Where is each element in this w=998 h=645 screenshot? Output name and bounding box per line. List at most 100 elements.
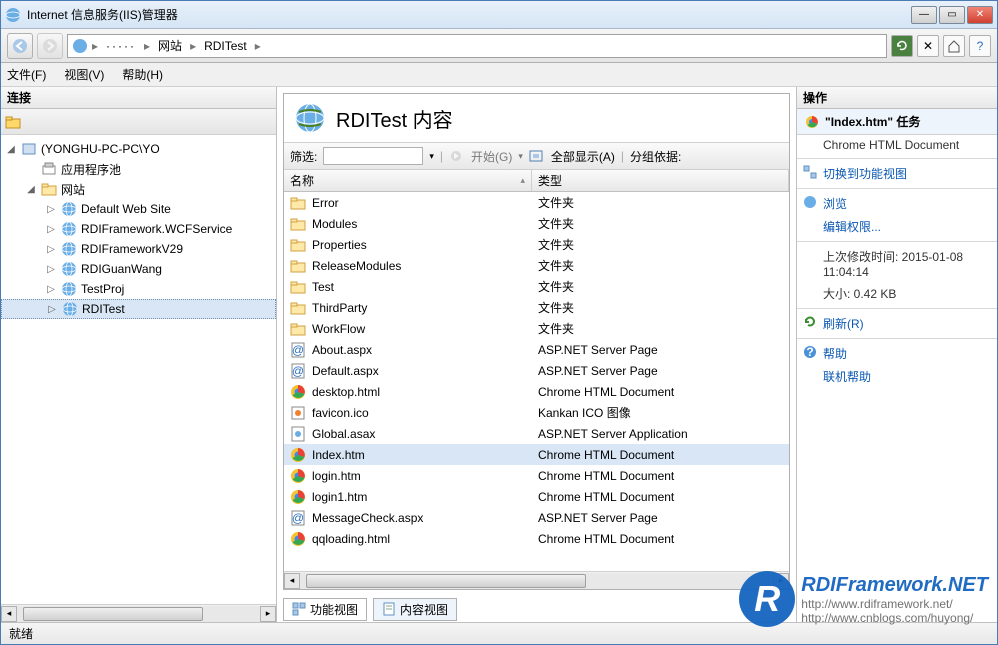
file-type: 文件夹 bbox=[532, 299, 789, 316]
tree-site-item[interactable]: ▷RDIGuanWang bbox=[1, 259, 276, 279]
features-icon bbox=[292, 602, 306, 616]
list-item[interactable]: Test文件夹 bbox=[284, 276, 789, 297]
scroll-left-button[interactable]: ◂ bbox=[284, 573, 300, 589]
chrome-icon bbox=[805, 115, 819, 129]
task-header: "Index.htm" 任务 bbox=[797, 109, 997, 135]
list-item[interactable]: login1.htmChrome HTML Document bbox=[284, 486, 789, 507]
sidebar-hscroll[interactable]: ◂ ▸ bbox=[1, 604, 276, 622]
stop-addr-button[interactable]: ✕ bbox=[917, 35, 939, 57]
connections-tree[interactable]: ◢(YONGHU-PC-PC\YO应用程序池◢网站▷Default Web Si… bbox=[1, 135, 276, 604]
page-title: RDITest 内容 bbox=[336, 104, 453, 133]
scroll-track[interactable] bbox=[17, 606, 260, 622]
sort-asc-icon: ▴ bbox=[520, 175, 525, 186]
list-item[interactable]: Index.htmChrome HTML Document bbox=[284, 444, 789, 465]
col-type[interactable]: 类型 bbox=[532, 170, 789, 191]
content-listview: 名称 ▴ 类型 Error文件夹Modules文件夹 Properties 文件夹 R… bbox=[284, 170, 789, 589]
list-item[interactable]: Error文件夹 bbox=[284, 192, 789, 213]
list-item[interactable]: @MessageCheck.aspxASP.NET Server Page bbox=[284, 507, 789, 528]
home-button[interactable] bbox=[943, 35, 965, 57]
folder-icon[interactable] bbox=[5, 114, 21, 130]
main-title-row: RDITest 内容 bbox=[284, 94, 789, 142]
filter-label: 筛选: bbox=[290, 148, 317, 165]
close-button[interactable]: ✕ bbox=[967, 6, 993, 24]
start-label[interactable]: 开始(G) bbox=[471, 148, 512, 165]
svg-text:@: @ bbox=[292, 511, 304, 525]
dropdown-icon[interactable]: ▾ bbox=[429, 151, 434, 162]
tree-site-item[interactable]: ▷RDIFrameworkV29 bbox=[1, 239, 276, 259]
back-button[interactable] bbox=[7, 33, 33, 59]
maximize-button[interactable]: ▭ bbox=[939, 6, 965, 24]
help-button[interactable]: ? bbox=[969, 35, 991, 57]
scroll-right-button[interactable]: ▸ bbox=[260, 606, 276, 622]
list-item[interactable]: login.htmChrome HTML Document bbox=[284, 465, 789, 486]
menu-file[interactable]: 文件(F) bbox=[7, 66, 46, 83]
filter-input[interactable] bbox=[323, 147, 423, 165]
list-item[interactable]: Modules文件夹 bbox=[284, 213, 789, 234]
list-item[interactable]: WorkFlow文件夹 bbox=[284, 318, 789, 339]
folder-icon bbox=[290, 300, 306, 316]
scroll-left-button[interactable]: ◂ bbox=[1, 606, 17, 622]
list-item[interactable]: Global.asaxASP.NET Server Application bbox=[284, 423, 789, 444]
tree-site-item[interactable]: ▷RDIFramework.WCFService bbox=[1, 219, 276, 239]
tree-sites[interactable]: ◢网站 bbox=[1, 179, 276, 199]
scroll-track[interactable] bbox=[300, 573, 773, 589]
showall-icon[interactable] bbox=[529, 149, 545, 163]
scroll-thumb[interactable] bbox=[306, 574, 586, 588]
globe-icon bbox=[61, 201, 77, 217]
showall-label[interactable]: 全部显示(A) bbox=[551, 148, 615, 165]
tab-content[interactable]: 内容视图 bbox=[373, 598, 457, 621]
tree-site-item[interactable]: ▷RDITest bbox=[1, 299, 276, 319]
go-icon[interactable] bbox=[449, 149, 465, 163]
list-item[interactable]: desktop.htmlChrome HTML Document bbox=[284, 381, 789, 402]
list-item[interactable]: @Default.aspxASP.NET Server Page bbox=[284, 360, 789, 381]
filter-toolbar: 筛选: ▾ | 开始(G) ▾ 全部显示(A) | 分组依据: bbox=[284, 142, 789, 170]
list-item[interactable]: qqloading.htmlChrome HTML Document bbox=[284, 528, 789, 549]
action-switch-view[interactable]: 切换到功能视图 bbox=[797, 162, 997, 185]
file-name: Test bbox=[312, 280, 334, 294]
bc-host[interactable]: ····· bbox=[102, 39, 140, 53]
chevron-right-icon[interactable]: ▸ bbox=[188, 39, 198, 53]
list-item[interactable]: favicon.icoKankan ICO 图像 bbox=[284, 402, 789, 423]
tree-root[interactable]: ◢(YONGHU-PC-PC\YO bbox=[1, 139, 276, 159]
menu-view[interactable]: 视图(V) bbox=[64, 66, 104, 83]
action-browse[interactable]: 浏览 bbox=[797, 192, 997, 215]
list-body[interactable]: Error文件夹Modules文件夹 Properties 文件夹 ReleaseMo… bbox=[284, 192, 789, 571]
scroll-right-button[interactable]: ▸ bbox=[773, 573, 789, 589]
tree-site-item[interactable]: ▷TestProj bbox=[1, 279, 276, 299]
connections-panel: 连接 ◢(YONGHU-PC-PC\YO应用程序池◢网站▷Default Web… bbox=[1, 87, 277, 622]
list-hscroll[interactable]: ◂ ▸ bbox=[284, 571, 789, 589]
bc-current[interactable]: RDITest bbox=[200, 39, 251, 53]
refresh-addr-button[interactable] bbox=[891, 35, 913, 57]
file-type: ASP.NET Server Page bbox=[532, 343, 789, 357]
chevron-right-icon[interactable]: ▸ bbox=[142, 39, 152, 53]
chevron-right-icon[interactable]: ▸ bbox=[90, 39, 100, 53]
list-item[interactable]: Properties 文件夹 bbox=[284, 234, 789, 255]
bc-sites[interactable]: 网站 bbox=[154, 37, 186, 54]
action-edit-permissions[interactable]: 编辑权限... bbox=[797, 215, 997, 238]
scroll-thumb[interactable] bbox=[23, 607, 203, 621]
tab-features[interactable]: 功能视图 bbox=[283, 598, 367, 621]
status-text: 就绪 bbox=[9, 625, 33, 642]
list-item[interactable]: @About.aspxASP.NET Server Page bbox=[284, 339, 789, 360]
aspx-icon: @ bbox=[290, 363, 306, 379]
menu-help[interactable]: 帮助(H) bbox=[122, 66, 163, 83]
tree-site-item[interactable]: ▷Default Web Site bbox=[1, 199, 276, 219]
file-type: ASP.NET Server Page bbox=[532, 511, 789, 525]
col-name[interactable]: 名称 ▴ bbox=[284, 170, 532, 191]
list-item[interactable]: ReleaseModules文件夹 bbox=[284, 255, 789, 276]
chevron-right-icon[interactable]: ▸ bbox=[253, 39, 263, 53]
app-window: Internet 信息服务(IIS)管理器 — ▭ ✕ ▸ ····· ▸ 网站… bbox=[0, 0, 998, 645]
action-help[interactable]: ? 帮助 bbox=[797, 342, 997, 365]
menubar: 文件(F) 视图(V) 帮助(H) bbox=[1, 63, 997, 87]
forward-button[interactable] bbox=[37, 33, 63, 59]
tree-apppool[interactable]: 应用程序池 bbox=[1, 159, 276, 179]
list-item[interactable]: ThirdParty文件夹 bbox=[284, 297, 789, 318]
file-type: 文件夹 bbox=[532, 215, 789, 232]
action-online-help[interactable]: 联机帮助 bbox=[797, 365, 997, 388]
minimize-button[interactable]: — bbox=[911, 6, 937, 24]
file-name: login.htm bbox=[312, 469, 361, 483]
file-name: Properties bbox=[312, 238, 367, 252]
file-type: 文件夹 bbox=[532, 236, 789, 253]
action-refresh[interactable]: 刷新(R) bbox=[797, 312, 997, 335]
breadcrumb[interactable]: ▸ ····· ▸ 网站 ▸ RDITest ▸ bbox=[67, 34, 887, 58]
